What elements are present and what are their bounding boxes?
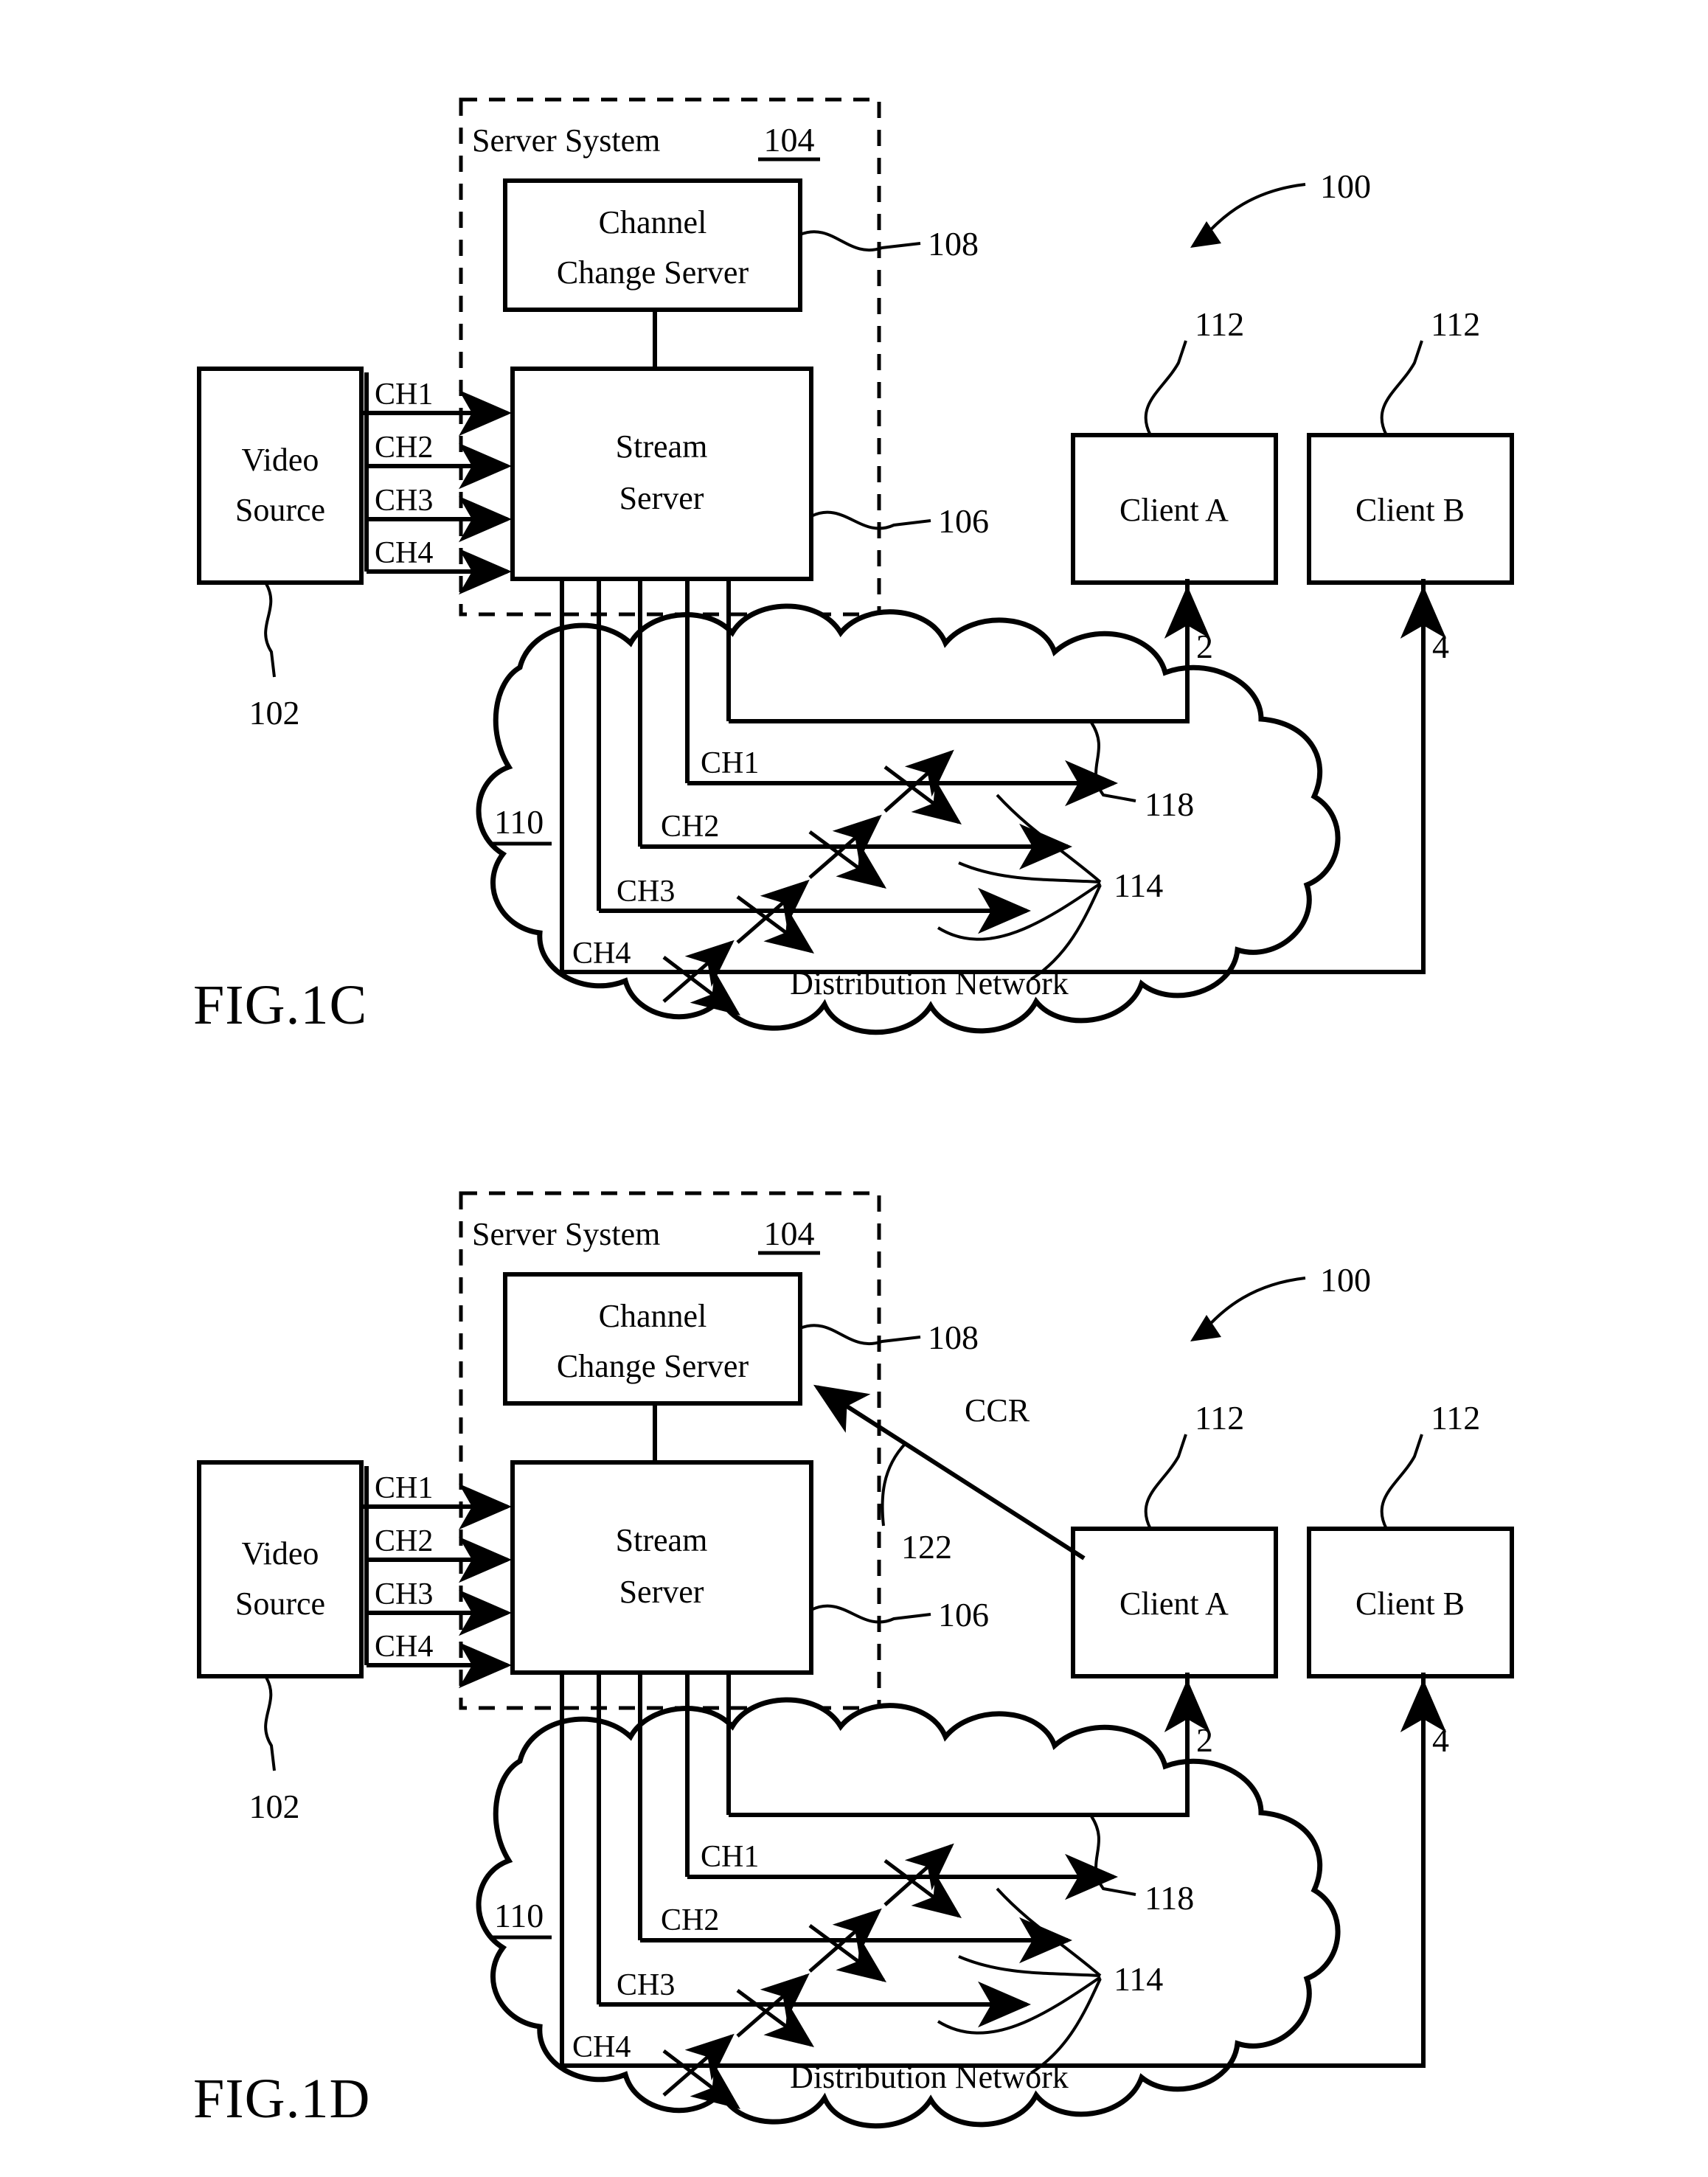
net-ch4-label: CH4 bbox=[572, 937, 631, 971]
input-ch3-label: CH3 bbox=[375, 484, 433, 518]
ccr-label: CCR bbox=[965, 1392, 1030, 1428]
input-ch4-label: CH4 bbox=[375, 1630, 433, 1664]
client-b-stream-number: 4 bbox=[1432, 1721, 1449, 1759]
ref-108: 108 bbox=[928, 225, 979, 263]
ccs-line1: Channel bbox=[599, 1298, 707, 1334]
distribution-network-label: Distribution Network bbox=[790, 965, 1069, 1001]
net-ch2-label: CH2 bbox=[661, 810, 719, 844]
figure-caption-1c: FIG.1C bbox=[193, 974, 367, 1036]
net-ch1-label: CH1 bbox=[701, 1840, 759, 1874]
net-ch3-label: CH3 bbox=[617, 875, 675, 909]
ref-114: 114 bbox=[1114, 1960, 1163, 1998]
stream-server-line2: Server bbox=[619, 1574, 704, 1610]
net-ch1-label: CH1 bbox=[701, 746, 759, 780]
client-a-label: Client A bbox=[1119, 1586, 1229, 1622]
ref-100: 100 bbox=[1320, 167, 1371, 205]
ccs-line1: Channel bbox=[599, 204, 707, 240]
client-b-label: Client B bbox=[1355, 1586, 1465, 1622]
server-system-title: Server System bbox=[472, 1216, 660, 1252]
stream-server-line2: Server bbox=[619, 480, 704, 516]
input-ch4-label: CH4 bbox=[375, 536, 433, 570]
client-a-label: Client A bbox=[1119, 492, 1229, 528]
client-b-label: Client B bbox=[1355, 492, 1465, 528]
input-ch3-label: CH3 bbox=[375, 1577, 433, 1611]
ref-112-b: 112 bbox=[1431, 1399, 1480, 1437]
video-source-line2: Source bbox=[235, 492, 325, 528]
input-ch2-label: CH2 bbox=[375, 431, 433, 465]
client-b-stream-number: 4 bbox=[1432, 628, 1449, 665]
input-ch2-label: CH2 bbox=[375, 1524, 433, 1558]
input-ch1-label: CH1 bbox=[375, 1471, 433, 1505]
ref-104: 104 bbox=[764, 1215, 815, 1252]
ref-102: 102 bbox=[249, 1788, 300, 1825]
server-system-title: Server System bbox=[472, 122, 660, 159]
ref-118: 118 bbox=[1145, 1879, 1194, 1917]
ref-118: 118 bbox=[1145, 785, 1194, 823]
ccs-line2: Change Server bbox=[557, 1348, 749, 1384]
ref-100: 100 bbox=[1320, 1261, 1371, 1299]
ref-114: 114 bbox=[1114, 867, 1163, 904]
patent-drawing-sheet: Server System 104 Channel Change Server … bbox=[0, 0, 1708, 2177]
ref-104: 104 bbox=[764, 121, 815, 159]
ref-110: 110 bbox=[494, 1897, 544, 1934]
stream-server-line1: Stream bbox=[616, 1522, 708, 1558]
figure-1d: Server System 104 Channel Change Server … bbox=[193, 1193, 1512, 2130]
ref-110: 110 bbox=[494, 803, 544, 841]
ref-102: 102 bbox=[249, 694, 300, 732]
ref-112-b: 112 bbox=[1431, 305, 1480, 343]
distribution-network-label: Distribution Network bbox=[790, 2059, 1069, 2095]
figures-canvas: Server System 104 Channel Change Server … bbox=[193, 0, 1708, 2130]
video-source-line1: Video bbox=[242, 1535, 319, 1572]
ref-112-a: 112 bbox=[1195, 1399, 1244, 1437]
input-ch1-label: CH1 bbox=[375, 378, 433, 412]
stream-server-line1: Stream bbox=[616, 428, 708, 465]
ref-106: 106 bbox=[938, 1596, 989, 1633]
client-a-stream-number: 2 bbox=[1196, 1721, 1213, 1759]
net-ch2-label: CH2 bbox=[661, 1903, 719, 1937]
ref-112-a: 112 bbox=[1195, 305, 1244, 343]
lead-line-122 bbox=[881, 1442, 907, 1527]
video-source-line2: Source bbox=[235, 1586, 325, 1622]
figure-caption-1d: FIG.1D bbox=[193, 2068, 370, 2130]
ref-108: 108 bbox=[928, 1319, 979, 1356]
ref-122: 122 bbox=[901, 1528, 952, 1566]
ref-106: 106 bbox=[938, 502, 989, 540]
net-ch3-label: CH3 bbox=[617, 1968, 675, 2002]
video-source-line1: Video bbox=[242, 442, 319, 478]
figure-1c: Server System 104 Channel Change Server … bbox=[193, 100, 1512, 1036]
client-a-stream-number: 2 bbox=[1196, 628, 1213, 665]
ccs-line2: Change Server bbox=[557, 254, 749, 291]
net-ch4-label: CH4 bbox=[572, 2030, 631, 2064]
